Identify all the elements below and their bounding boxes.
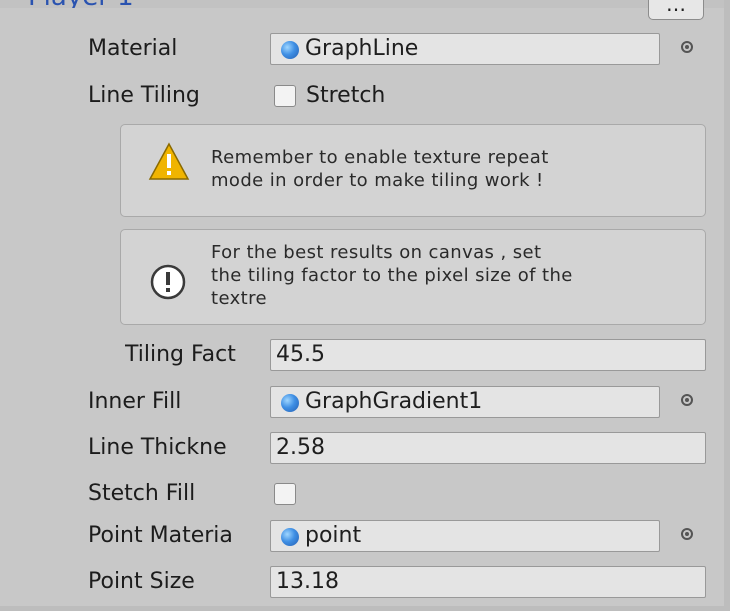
inspector-scrollbar-edge[interactable] [724,0,730,611]
stretch-fill-checkbox[interactable] [274,483,296,505]
stretch-fill-row: Stetch Fill [0,477,730,511]
object-picker-icon[interactable] [681,394,693,406]
inner-fill-object-field[interactable]: GraphGradient1 [270,386,660,418]
line-thickness-input[interactable]: 2.58 [270,432,706,464]
line-tiling-row: Line Tiling Stretch [0,79,730,113]
info-helpbox: For the best results on canvas , set the… [120,229,706,325]
warning-helpbox: Remember to enable texture repeat mode i… [120,124,706,217]
inner-fill-label: Inner Fill [88,389,182,414]
component-header: Player 1 [0,0,730,8]
component-title[interactable]: Player 1 [28,0,134,8]
info-text-line-1: For the best results on canvas , set [211,242,542,263]
material-label: Material [88,36,178,61]
stretch-fill-label: Stetch Fill [88,481,196,506]
tiling-factor-input[interactable]: 45.5 [270,339,706,371]
point-material-value: point [305,523,362,548]
material-value: GraphLine [305,36,419,61]
context-menu-button[interactable]: … [648,0,704,20]
object-picker-icon[interactable] [681,41,693,53]
inner-fill-row: Inner Fill GraphGradient1 [0,385,730,419]
point-size-label: Point Size [88,569,195,594]
inner-fill-value: GraphGradient1 [305,389,483,414]
material-object-field[interactable]: GraphLine [270,33,660,65]
sphere-asset-icon [281,41,299,59]
object-picker-icon[interactable] [681,528,693,540]
line-tiling-label: Line Tiling [88,83,200,108]
stretch-checkbox[interactable] [274,85,296,107]
info-exclamation-icon [150,264,186,300]
info-text-line-2: the tiling factor to the pixel size of t… [211,265,573,286]
info-text-line-3: textre [211,288,268,309]
stretch-label[interactable]: Stretch [306,79,385,113]
point-material-object-field[interactable]: point [270,520,660,552]
point-size-row: Point Size 13.18 [0,565,730,599]
sphere-asset-icon [281,394,299,412]
warning-triangle-icon [148,142,190,180]
sphere-asset-icon [281,528,299,546]
tiling-factor-row: Tiling Fact 45.5 [0,338,730,372]
point-size-input[interactable]: 13.18 [270,566,706,598]
tiling-factor-label: Tiling Fact [125,342,236,367]
warning-text-line-1: Remember to enable texture repeat [211,147,549,168]
panel-bottom-edge [0,606,730,611]
point-material-label: Point Materia [88,523,233,548]
material-row: Material GraphLine [0,32,730,66]
warning-text-line-2: mode in order to make tiling work ! [211,170,544,191]
point-material-row: Point Materia point [0,519,730,553]
line-thickness-row: Line Thickne 2.58 [0,431,730,465]
line-thickness-label: Line Thickne [88,435,227,460]
